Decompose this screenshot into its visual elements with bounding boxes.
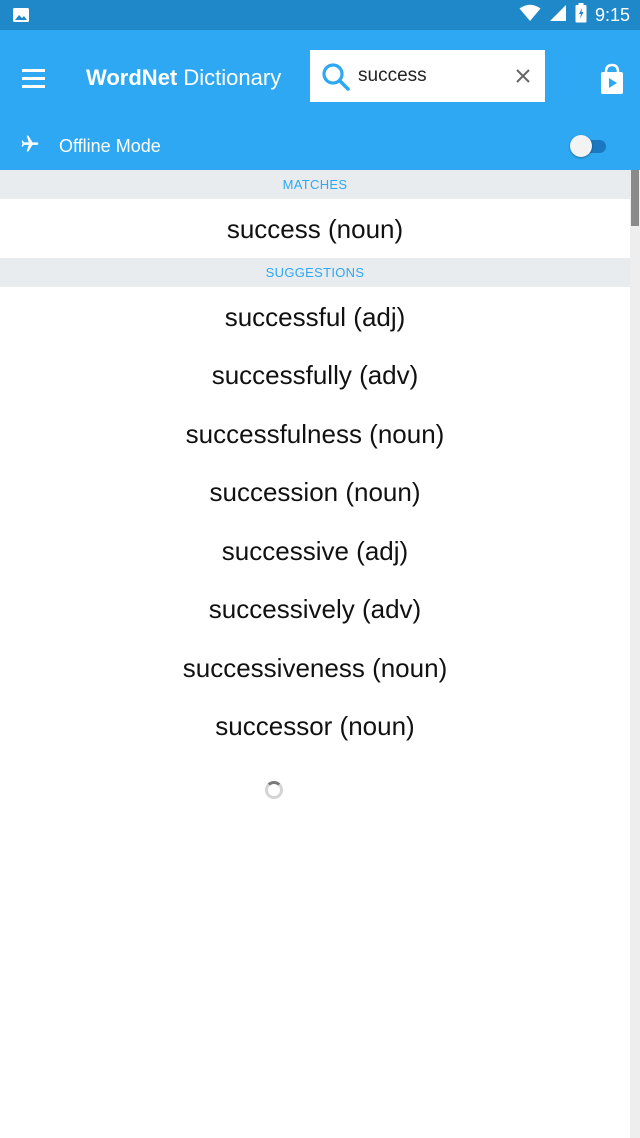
list-item[interactable]: succession (noun) bbox=[0, 463, 630, 521]
battery-icon bbox=[575, 2, 587, 28]
list-item[interactable]: successively (adv) bbox=[0, 580, 630, 638]
list-item[interactable]: success (noun) bbox=[0, 200, 630, 258]
list-item[interactable]: successiveness (noun) bbox=[0, 639, 630, 697]
signal-icon bbox=[549, 4, 567, 27]
offline-mode-label: Offline Mode bbox=[59, 136, 161, 156]
suggestions-header: SUGGESTIONS bbox=[0, 258, 630, 287]
search-input[interactable] bbox=[358, 62, 498, 90]
search-icon bbox=[321, 62, 351, 92]
airplane-icon bbox=[20, 134, 40, 154]
app-bar: WordNet Dictionary Offline Mode bbox=[0, 30, 640, 170]
menu-icon[interactable] bbox=[18, 63, 50, 93]
app-title: WordNet Dictionary bbox=[86, 63, 281, 93]
offline-mode-toggle[interactable] bbox=[570, 135, 608, 157]
scrollbar[interactable] bbox=[630, 170, 640, 1138]
app-title-bold: WordNet bbox=[86, 65, 178, 90]
app-title-light: Dictionary bbox=[183, 65, 282, 90]
image-icon bbox=[12, 6, 30, 29]
clock: 9:15 bbox=[594, 4, 630, 25]
search-box[interactable] bbox=[310, 50, 545, 102]
close-icon[interactable] bbox=[511, 64, 535, 88]
list-item[interactable]: successor (noun) bbox=[0, 697, 630, 755]
list-item[interactable]: successful (adj) bbox=[0, 288, 630, 346]
list-item[interactable]: successfully (adv) bbox=[0, 346, 630, 404]
list-item[interactable]: successive (adj) bbox=[0, 522, 630, 580]
status-bar: 9:15 bbox=[0, 0, 640, 30]
play-store-icon[interactable] bbox=[596, 62, 628, 96]
scrollbar-thumb[interactable] bbox=[631, 170, 639, 226]
list-item[interactable]: successfulness (noun) bbox=[0, 405, 630, 463]
loading-spinner-icon bbox=[265, 781, 283, 799]
offline-mode-row: Offline Mode bbox=[0, 120, 640, 170]
wifi-icon bbox=[519, 4, 541, 27]
matches-header: MATCHES bbox=[0, 170, 630, 199]
